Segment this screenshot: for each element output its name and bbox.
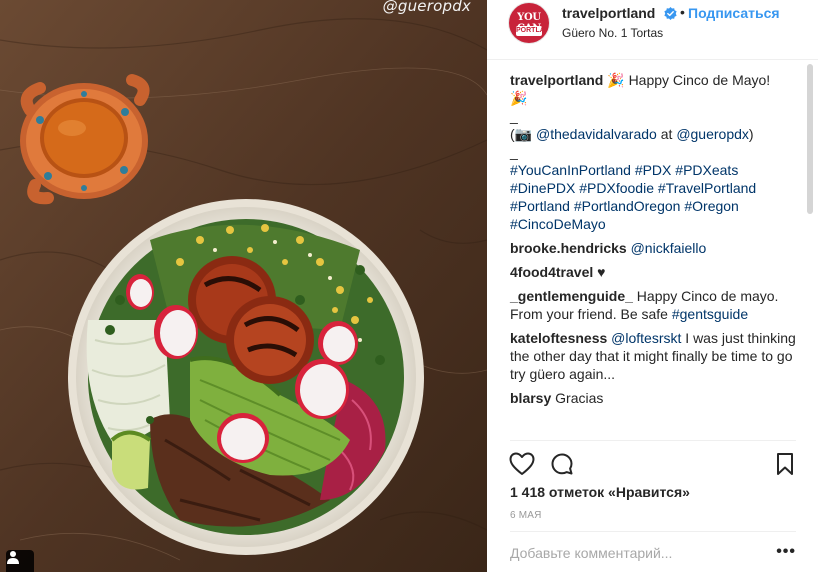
comment-username-link[interactable]: blarsy: [510, 390, 551, 406]
header-dot-separator: •: [680, 4, 685, 20]
caption-credit-prefix: (📷: [510, 126, 536, 142]
hashtag-link[interactable]: #PDXfoodie: [579, 180, 654, 196]
mention-link[interactable]: @thedavidalvarado: [536, 126, 657, 142]
caption-line-1: travelportland 🎉 Happy Cinco de Mayo!: [510, 71, 802, 89]
caption-line-2: 🎉: [510, 90, 528, 106]
comment-text: Gracias: [551, 390, 604, 406]
post-date[interactable]: 6 мая: [510, 510, 542, 521]
bookmark-icon: [777, 453, 793, 475]
comment-bubble-icon: [551, 453, 573, 475]
hashtag-link[interactable]: #gentsguide: [672, 306, 748, 322]
comment-item: brooke.hendricks @nickfaiello: [510, 239, 802, 257]
scrollbar-thumb[interactable]: [807, 64, 813, 214]
header-username-link[interactable]: travelportland: [562, 5, 655, 21]
caption-line-5: _: [510, 144, 518, 160]
avatar-text-bottom: PORTLAND: [516, 26, 550, 36]
comments-scrollbar[interactable]: [802, 60, 818, 440]
comment-button[interactable]: [548, 450, 576, 478]
follow-button[interactable]: Подписаться: [688, 5, 780, 21]
food-bowl-photo: [0, 0, 487, 572]
person-icon: [7, 551, 19, 564]
caption-text-1: 🎉 Happy Cinco de Mayo!: [603, 72, 771, 88]
caption: travelportland 🎉 Happy Cinco de Mayo! 🎉 …: [510, 71, 802, 233]
hashtag-link[interactable]: #TravelPortland: [658, 180, 756, 196]
save-button[interactable]: [771, 450, 799, 478]
location-link[interactable]: Güero No. 1 Tortas: [562, 26, 663, 40]
mention-link[interactable]: @nickfaiello: [631, 240, 707, 256]
photo-watermark: @gueropdx: [382, 0, 471, 15]
hashtag-link[interactable]: #Oregon: [684, 198, 738, 214]
avatar[interactable]: YOU CAN PORTLAND: [508, 2, 550, 44]
caption-credit-mid: at: [656, 126, 677, 142]
heart-icon: [509, 452, 535, 475]
hashtag-link[interactable]: #CincoDeMayo: [510, 216, 606, 232]
user-tag-button[interactable]: [6, 550, 34, 572]
post-actions: [487, 450, 818, 478]
caption-username-link[interactable]: travelportland: [510, 72, 603, 88]
mention-link[interactable]: @gueropdx: [676, 126, 749, 142]
add-comment-section: •••: [510, 531, 796, 572]
hashtag-link[interactable]: #YouCanInPortland: [510, 162, 631, 178]
post-side-panel: YOU CAN PORTLAND travelportland • Подпис…: [487, 0, 818, 572]
comment-item: blarsy Gracias: [510, 389, 802, 407]
comment-item: _gentlemenguide_ Happy Cinco de mayo. Fr…: [510, 287, 802, 323]
caption-hashtags: #YouCanInPortland #PDX #PDXeats #DinePDX…: [510, 161, 802, 233]
like-button[interactable]: [508, 450, 536, 478]
verified-badge-icon: [664, 7, 677, 20]
caption-credit-suffix: ): [748, 126, 754, 142]
post-header: YOU CAN PORTLAND travelportland • Подпис…: [487, 0, 818, 60]
caption-credit-line: (📷 @thedavidalvarado at @gueropdx): [510, 125, 802, 143]
comment-item: 4food4travel ♥: [510, 263, 802, 281]
comment-username-link[interactable]: _gentlemenguide_: [510, 288, 633, 304]
mention-link[interactable]: @loftesrskt: [611, 330, 681, 346]
comment-username-link[interactable]: 4food4travel: [510, 264, 593, 280]
comments-list: travelportland 🎉 Happy Cinco de Mayo! 🎉 …: [510, 71, 802, 413]
divider: [510, 440, 796, 441]
bowl: [68, 199, 424, 555]
hashtag-link[interactable]: #Portland: [510, 198, 570, 214]
comment-item: kateloftesness @loftesrskt I was just th…: [510, 329, 802, 383]
add-comment-input[interactable]: [510, 542, 760, 564]
more-options-button[interactable]: •••: [776, 543, 796, 561]
hashtag-link[interactable]: #PortlandOregon: [574, 198, 681, 214]
likes-count[interactable]: 1 418 отметок «Нравится»: [510, 484, 690, 500]
post-photo[interactable]: @gueropdx: [0, 0, 487, 572]
hashtag-link[interactable]: #PDXeats: [675, 162, 738, 178]
hashtag-link[interactable]: #DinePDX: [510, 180, 575, 196]
hashtag-link[interactable]: #PDX: [635, 162, 672, 178]
caption-line-3: _: [510, 108, 518, 124]
comment-username-link[interactable]: kateloftesness: [510, 330, 607, 346]
comment-text: ♥: [593, 264, 606, 280]
comment-username-link[interactable]: brooke.hendricks: [510, 240, 627, 256]
